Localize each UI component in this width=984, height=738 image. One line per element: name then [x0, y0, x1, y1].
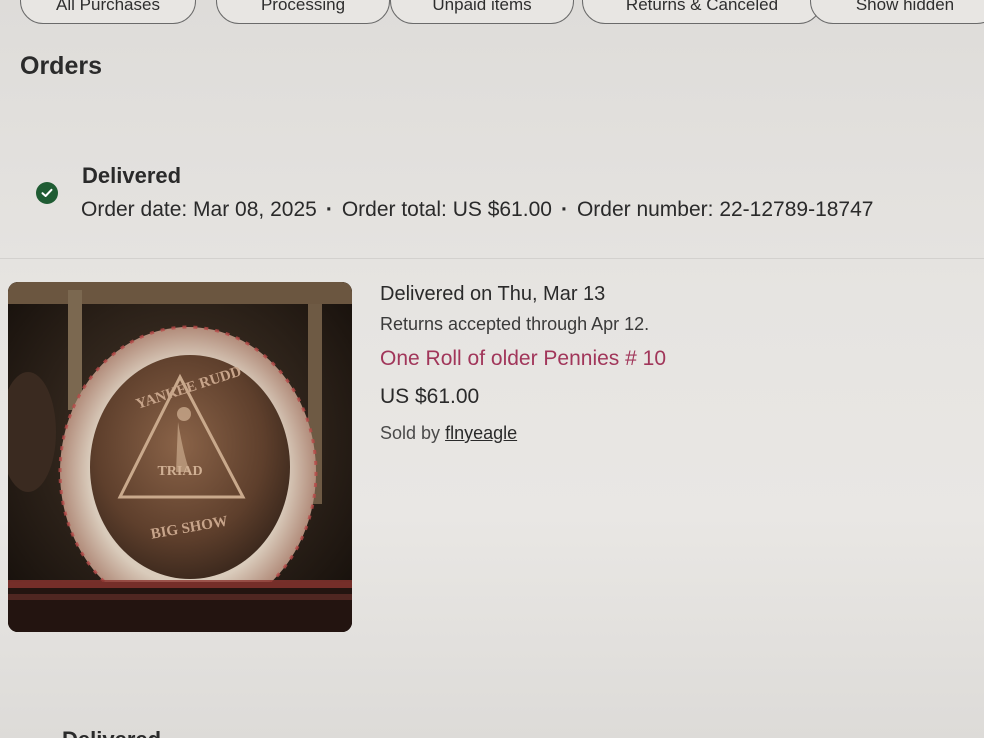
item-title-link[interactable]: One Roll of older Pennies # 10 [380, 347, 666, 371]
orders-page: All Purchases Processing Unpaid items Re… [0, 0, 984, 738]
sold-by: Sold by flnyeagle [380, 423, 960, 444]
divider [0, 258, 984, 259]
item-thumbnail[interactable]: YANKEE RUDD TRIAD BIG SHOW [8, 282, 352, 632]
order-meta: Order date: Mar 08, 2025 · Order total: US… [81, 198, 984, 222]
tab-returns-canceled[interactable]: Returns & Canceled [582, 0, 822, 24]
order-total: Order total: US $61.00 [341, 198, 552, 221]
delivered-on: Delivered on Thu, Mar 13 [380, 283, 606, 305]
tab-show-hidden[interactable]: Show hidden [810, 0, 984, 24]
sold-by-label: Sold by [380, 423, 441, 443]
tab-processing[interactable]: Processing [216, 0, 390, 24]
seller-link[interactable]: flnyeagle [445, 423, 517, 443]
page-title: Orders [20, 52, 102, 80]
check-circle-icon [36, 182, 58, 204]
separator-dot: · [560, 198, 568, 221]
order-status: Delivered [82, 163, 182, 188]
item-info: Delivered on Thu, Mar 13 Returns accepte… [380, 283, 960, 444]
returns-note: Returns accepted through Apr 12. [380, 314, 650, 334]
order-date: Order date: Mar 08, 2025 [81, 198, 317, 221]
tab-all-purchases[interactable]: All Purchases [20, 0, 196, 24]
tab-unpaid-items[interactable]: Unpaid items [390, 0, 574, 24]
order-number: Order number: 22-12789-18747 [576, 198, 874, 221]
filter-tabs: All Purchases Processing Unpaid items Re… [20, 0, 984, 24]
next-order-status: Delivered [62, 727, 161, 738]
item-price: US $61.00 [380, 385, 480, 408]
coin-text-mid: TRIAD [157, 464, 202, 479]
separator-dot: · [325, 198, 333, 221]
